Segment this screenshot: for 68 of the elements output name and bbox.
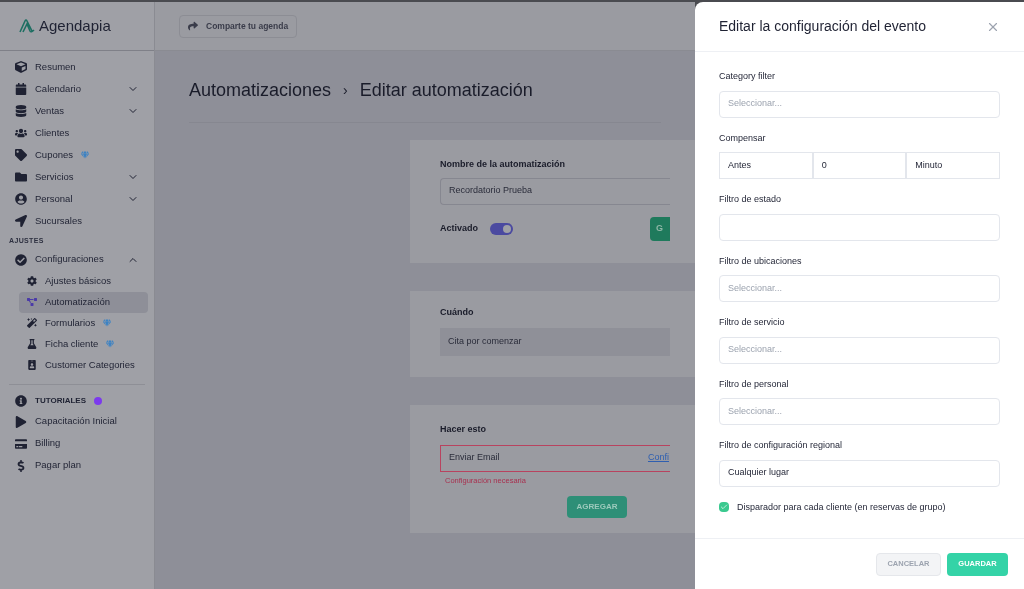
play-icon (15, 415, 27, 428)
action-row[interactable]: Enviar Email Confi (440, 444, 670, 472)
settings-icon (27, 276, 37, 286)
user-icon (15, 193, 27, 205)
tag-icon (15, 149, 27, 161)
diamond-icon (81, 151, 90, 159)
sidebar-item[interactable]: Clientes (0, 122, 154, 144)
card-icon (15, 437, 27, 450)
field-label: Filtro de configuración regional (719, 439, 844, 452)
calendar-icon (15, 83, 27, 95)
breadcrumb-separator: › (343, 81, 348, 100)
diamond-icon (103, 319, 112, 327)
section-label: TUTORIALES (35, 394, 86, 407)
sidebar-item[interactable]: Sucursales (0, 210, 154, 232)
sidebar-item[interactable]: Pagar plan (0, 454, 154, 477)
name-field[interactable]: Recordatorio Prueba (440, 177, 670, 205)
sidebar-subitem[interactable]: Ficha cliente (19, 333, 148, 355)
field-label: Filtro de personal (719, 377, 790, 391)
toggle-switch[interactable] (490, 222, 513, 235)
logo-icon (19, 19, 35, 33)
cube-icon (15, 61, 27, 73)
field-label: Filtro de ubicaciones (719, 254, 803, 268)
users-icon (15, 127, 27, 139)
field-label: Filtro de estado (719, 193, 783, 206)
sidebar-item[interactable]: Billing (0, 432, 154, 455)
field-label: Compensar (719, 131, 767, 145)
diamond-icon (106, 340, 115, 348)
sidebar-item[interactable]: Servicios (0, 166, 154, 188)
breadcrumb-link[interactable]: Automatizaciones (189, 77, 332, 104)
brand-name: Agendapia (39, 15, 111, 36)
trigger-select[interactable]: Cita por comenzar (440, 327, 670, 356)
field-label: Nombre de la automatización (440, 158, 567, 171)
checkbox[interactable] (719, 502, 729, 513)
page-title: Editar automatización (359, 79, 533, 102)
sidebar-subitem[interactable]: Formularios (19, 312, 148, 334)
field-label: Cuándo (440, 306, 475, 319)
drawer-title: Editar la configuración del evento (719, 17, 927, 36)
field-label: Filtro de servicio (719, 316, 786, 329)
field-label: Hacer esto (440, 423, 488, 436)
sidebar-subitem[interactable]: Ajustes básicos (19, 270, 148, 292)
select-field[interactable]: Cualquier lugar (719, 459, 1000, 487)
share-button[interactable]: Comparte tu agenda (179, 14, 298, 38)
field-label: Category filter (719, 70, 777, 83)
flask-icon (27, 339, 37, 349)
input-field[interactable]: Antes (719, 152, 813, 179)
sidebar-item[interactable]: Calendario (0, 78, 154, 100)
dollar-icon (15, 459, 27, 472)
input-field[interactable]: 0 (812, 152, 907, 179)
database-icon (15, 105, 27, 117)
share-icon (188, 21, 198, 31)
sidebar-item[interactable]: Capacitación Inicial (0, 410, 154, 433)
select-field[interactable] (719, 213, 1000, 241)
sidebar-item[interactable]: Cupones (0, 144, 154, 166)
arrow-icon (15, 215, 27, 227)
wand-icon (27, 318, 37, 328)
toggle-label: Activado (440, 221, 478, 235)
folder-icon (15, 171, 27, 183)
nodes-icon (27, 297, 37, 307)
info-icon (15, 394, 27, 407)
sidebar-subitem[interactable]: Customer Categories (19, 354, 148, 376)
sidebar-item[interactable]: Resumen (0, 56, 154, 78)
badge-icon (27, 360, 37, 370)
sidebar-item[interactable]: Ventas (0, 100, 154, 122)
sidebar-item[interactable]: Configuraciones (0, 248, 154, 271)
checkbox-label: Disparador para cada cliente (en reservas de grupo) (737, 500, 946, 514)
sidebar-subitem[interactable]: Automatización (19, 291, 148, 313)
sidebar-item[interactable]: Personal (0, 188, 154, 210)
input-field[interactable]: Minuto (906, 152, 1000, 179)
